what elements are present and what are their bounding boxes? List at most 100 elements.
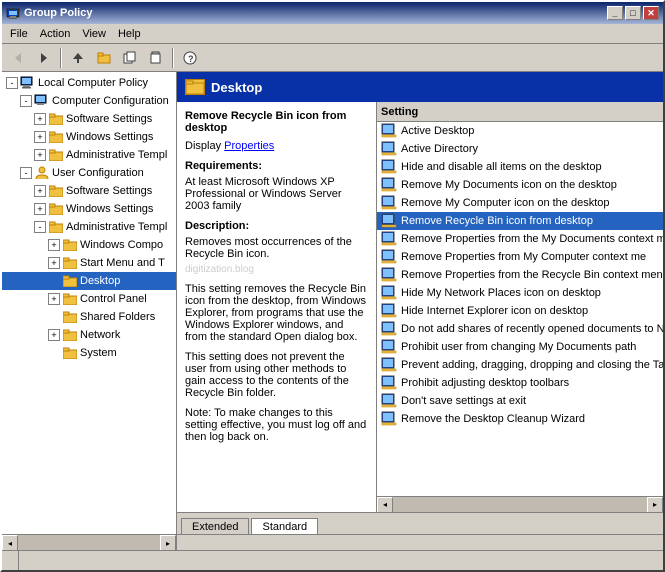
left-scroll-right[interactable]: ▸ [160, 535, 176, 551]
list-item-hide-ie[interactable]: Hide Internet Explorer icon on desktop [377, 302, 663, 320]
list-item-remove-props-recycle[interactable]: Remove Properties from the Recycle Bin c… [377, 266, 663, 284]
tree-item-shared-folders[interactable]: Shared Folders [2, 308, 176, 326]
list-item-active-desktop[interactable]: Active Desktop [377, 122, 663, 140]
tree-item-admin-templ-2[interactable]: - Administrative Templ [2, 218, 176, 236]
item-icon-10 [381, 303, 397, 319]
tree-item-local-computer-policy[interactable]: - Local Computer Policy [2, 74, 176, 92]
list-label-15: Don't save settings at exit [401, 395, 526, 407]
right-header-title: Desktop [211, 80, 262, 95]
tree-item-software-settings-1[interactable]: + Software Settings [2, 110, 176, 128]
tree-label-local-computer-policy: Local Computer Policy [38, 77, 148, 89]
tab-extended[interactable]: Extended [181, 518, 249, 534]
expand-windows-compo[interactable]: + [48, 239, 60, 251]
user-config-icon [34, 165, 50, 181]
left-hscrollbar[interactable]: ◂ ▸ [2, 535, 177, 550]
expand-software-2[interactable]: + [34, 185, 46, 197]
list-item-remove-cleanup-wizard[interactable]: Remove the Desktop Cleanup Wizard [377, 410, 663, 428]
maximize-button[interactable]: □ [625, 6, 641, 20]
list-item-active-directory[interactable]: Active Directory [377, 140, 663, 158]
tree-item-computer-configuration[interactable]: - Computer Configuration [2, 92, 176, 110]
list-item-remove-my-docs[interactable]: Remove My Documents icon on the desktop [377, 176, 663, 194]
item-icon-13 [381, 357, 397, 373]
list-item-remove-my-computer[interactable]: Remove My Computer icon on the desktop [377, 194, 663, 212]
tree-item-windows-compo[interactable]: + Windows Compo [2, 236, 176, 254]
menu-help[interactable]: Help [112, 26, 147, 42]
tree-item-software-settings-2[interactable]: + Software Settings [2, 182, 176, 200]
list-label-8: Remove Properties from the Recycle Bin c… [401, 269, 663, 281]
expand-control-panel[interactable]: + [48, 293, 60, 305]
list-item-dont-save-settings[interactable]: Don't save settings at exit [377, 392, 663, 410]
detail-description-text: Removes most occurrences of the Recycle … [185, 236, 368, 260]
list-item-hide-items[interactable]: Hide and disable all items on the deskto… [377, 158, 663, 176]
window-icon [6, 6, 20, 20]
menu-view[interactable]: View [76, 26, 112, 42]
expand-windows-2[interactable]: + [34, 203, 46, 215]
tree-item-start-menu[interactable]: + Start Menu and T [2, 254, 176, 272]
item-icon-2 [381, 159, 397, 175]
expand-start-menu[interactable]: + [48, 257, 60, 269]
detail-description-section: Description: Removes most occurrences of… [185, 220, 368, 260]
tree-label-shared-folders: Shared Folders [80, 311, 155, 323]
menu-bar: File Action View Help [2, 24, 663, 44]
list-item-remove-recycle-bin[interactable]: Remove Recycle Bin icon from desktop [377, 212, 663, 230]
detail-title: Remove Recycle Bin icon from desktop [185, 110, 368, 134]
expand-local-policy[interactable]: - [6, 77, 18, 89]
tab-standard[interactable]: Standard [251, 518, 318, 534]
tree-item-network[interactable]: + Network [2, 326, 176, 344]
menu-action[interactable]: Action [34, 26, 77, 42]
tree-item-desktop[interactable]: Desktop [2, 272, 176, 290]
expand-network[interactable]: + [48, 329, 60, 341]
tree-item-control-panel[interactable]: + Control Panel [2, 290, 176, 308]
menu-file[interactable]: File [4, 26, 34, 42]
up-button[interactable] [66, 47, 90, 69]
folder-button[interactable] [92, 47, 116, 69]
tree-item-system[interactable]: System [2, 344, 176, 362]
list-label-2: Hide and disable all items on the deskto… [401, 161, 602, 173]
expand-computer-config[interactable]: - [20, 95, 32, 107]
item-icon-15 [381, 393, 397, 409]
list-item-remove-props-docs[interactable]: Remove Properties from the My Documents … [377, 230, 663, 248]
detail-display-label: Display [185, 140, 221, 152]
tree-item-user-configuration[interactable]: - User Configuration [2, 164, 176, 182]
detail-properties-link[interactable]: Properties [224, 140, 274, 152]
list-label-9: Hide My Network Places icon on desktop [401, 287, 601, 299]
list-item-prohibit-user-docs[interactable]: Prohibit user from changing My Documents… [377, 338, 663, 356]
list-hscrollbar[interactable]: ◂ ▸ [377, 496, 663, 512]
expand-user-config[interactable]: - [20, 167, 32, 179]
tree-label-windows-settings-1: Windows Settings [66, 131, 153, 143]
item-icon-0 [381, 123, 397, 139]
detail-requirements-section: Requirements: At least Microsoft Windows… [185, 160, 368, 212]
expand-windows-1[interactable]: + [34, 131, 46, 143]
hscroll-left-btn[interactable]: ◂ [377, 497, 393, 513]
list-item-hide-network[interactable]: Hide My Network Places icon on desktop [377, 284, 663, 302]
list-item-prevent-adding[interactable]: Prevent adding, dragging, dropping and c… [377, 356, 663, 374]
detail-panel: Remove Recycle Bin icon from desktop Dis… [177, 102, 377, 512]
help-button[interactable]: ? [178, 47, 202, 69]
left-scroll-track[interactable] [18, 535, 160, 550]
tree-item-windows-settings-2[interactable]: + Windows Settings [2, 200, 176, 218]
expand-admin-1[interactable]: + [34, 149, 46, 161]
paste-button[interactable] [144, 47, 168, 69]
list-item-do-not-add-shares[interactable]: Do not add shares of recently opened doc… [377, 320, 663, 338]
list-content[interactable]: Active Desktop Active Directory [377, 122, 663, 496]
tree-item-admin-templ-1[interactable]: + Administrative Templ [2, 146, 176, 164]
copy-button[interactable] [118, 47, 142, 69]
left-panel: - Local Computer Policy - [2, 72, 177, 534]
minimize-button[interactable]: _ [607, 6, 623, 20]
list-label-4: Remove My Computer icon on the desktop [401, 197, 610, 209]
close-button[interactable]: ✕ [643, 6, 659, 20]
hscroll-track[interactable] [393, 497, 647, 513]
left-scroll-left[interactable]: ◂ [2, 535, 18, 551]
back-button[interactable] [6, 47, 30, 69]
statusbar [2, 550, 663, 570]
expand-admin-2[interactable]: - [34, 221, 46, 233]
tree-item-windows-settings-1[interactable]: + Windows Settings [2, 128, 176, 146]
hscroll-right-btn[interactable]: ▸ [647, 497, 663, 513]
list-item-remove-props-computer[interactable]: Remove Properties from My Computer conte… [377, 248, 663, 266]
list-item-prohibit-toolbars[interactable]: Prohibit adjusting desktop toolbars [377, 374, 663, 392]
forward-button[interactable] [32, 47, 56, 69]
detail-description-title: Description: [185, 220, 368, 232]
expand-software-1[interactable]: + [34, 113, 46, 125]
title-bar: Group Policy _ □ ✕ [2, 2, 663, 24]
list-label-3: Remove My Documents icon on the desktop [401, 179, 617, 191]
